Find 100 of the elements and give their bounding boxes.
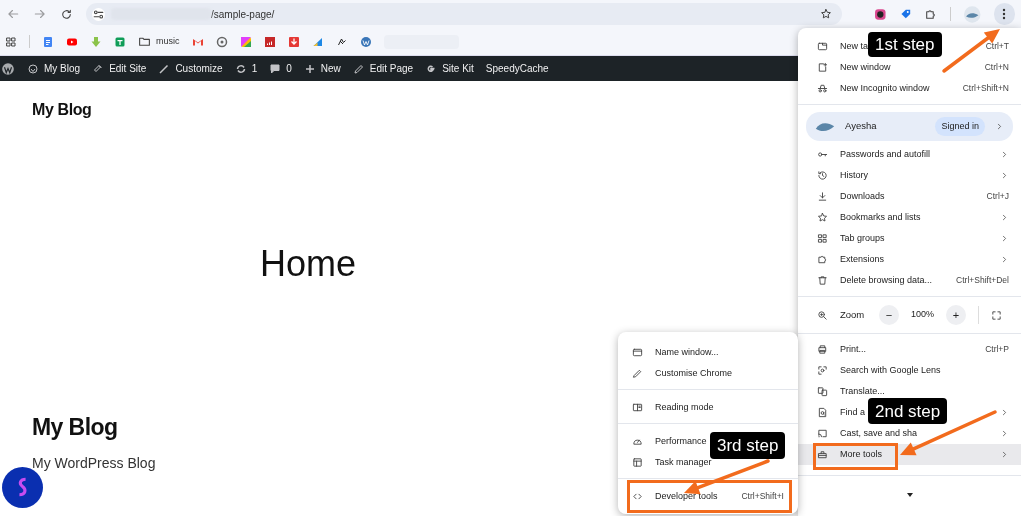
trash-icon	[817, 275, 828, 286]
menu-item[interactable]: Tab groups	[817, 231, 885, 246]
new-window-icon	[817, 62, 828, 73]
shortcut-text: Ctrl+P	[985, 343, 1009, 356]
incognito-icon	[817, 83, 828, 94]
fullscreen-icon[interactable]	[991, 309, 1002, 321]
star-icon	[817, 212, 828, 223]
menu-item[interactable]: Print...	[817, 342, 866, 357]
translate-icon	[817, 386, 828, 397]
color-square-icon[interactable]	[239, 35, 252, 48]
extension-icon[interactable]	[874, 7, 887, 21]
profile-avatar[interactable]	[964, 5, 981, 23]
site-info-icon[interactable]	[92, 7, 105, 21]
gauge-icon	[632, 436, 643, 447]
sheet-icon[interactable]	[114, 35, 126, 48]
tag-icon[interactable]	[899, 8, 912, 20]
menu-item[interactable]: Translate...	[817, 384, 885, 399]
comment-icon	[269, 62, 282, 75]
zoom-in-button[interactable]: +	[946, 305, 966, 325]
docs-icon[interactable]	[42, 35, 54, 48]
shortcut-text: Ctrl+Shift+I	[741, 490, 784, 503]
lens-icon	[817, 365, 828, 376]
dashboard-icon	[27, 62, 39, 75]
bookmark-star-icon[interactable]	[820, 8, 833, 20]
paint-roller-icon	[92, 62, 105, 75]
menu-item[interactable]: Downloads	[817, 189, 885, 204]
page-heading: Home	[260, 246, 357, 282]
menu-item[interactable]: Cast, save and sha	[817, 426, 918, 441]
menu-item[interactable]: Customise Chrome	[632, 366, 733, 381]
zoom-label: Zoom	[840, 307, 866, 322]
refresh-icon	[234, 62, 247, 75]
step-label: 2nd step	[868, 398, 948, 424]
menu-item[interactable]: New Incognito window	[817, 81, 930, 96]
bookmark-folder[interactable]: music	[138, 34, 180, 49]
menu-item[interactable]: Search with Google Lens	[817, 363, 941, 378]
menu-item[interactable]: Performance	[632, 434, 707, 449]
zoom-out-button[interactable]: −	[878, 305, 899, 325]
book-icon	[632, 402, 643, 413]
grid-icon	[817, 233, 828, 244]
history-icon	[817, 170, 828, 181]
admin-bar-link[interactable]: My Blog	[27, 61, 81, 76]
menu-item[interactable]: New window	[817, 60, 891, 75]
tab-icon	[817, 41, 828, 52]
download-icon	[817, 191, 828, 202]
menu-item[interactable]: Reading mode	[632, 400, 714, 415]
reload-icon[interactable]	[60, 7, 73, 21]
shortcut-text: Ctrl+Shift+N	[962, 82, 1009, 95]
admin-bar-link[interactable]: 1	[234, 61, 258, 76]
brush-icon	[158, 62, 171, 75]
footer-title[interactable]: My Blog	[32, 410, 118, 445]
address-bar[interactable]: /sample-page/	[86, 3, 843, 25]
menu-item[interactable]: Passwords and autofill	[817, 147, 931, 162]
pencil-icon	[352, 62, 365, 75]
key-icon	[817, 149, 828, 160]
admin-bar-link[interactable]: 0	[269, 61, 292, 76]
puzzle-icon	[817, 254, 828, 265]
admin-bar-link[interactable]: Edit Site	[92, 61, 147, 76]
menu-item[interactable]: Task manager	[632, 455, 712, 470]
folder-icon	[138, 35, 151, 48]
step-label: 3rd step	[710, 432, 786, 459]
apps-grid-icon[interactable]	[5, 35, 17, 48]
kebab-menu-icon	[1002, 8, 1007, 20]
shortcut-text: Ctrl+Shift+Del	[956, 274, 1009, 287]
admin-bar-link[interactable]: Edit Page	[352, 61, 414, 76]
admin-bar-link[interactable]: Site Kit	[425, 61, 474, 76]
avatar-icon	[815, 120, 835, 133]
table-icon	[632, 457, 643, 468]
admin-bar-link[interactable]: New	[303, 61, 341, 76]
admin-bar-link[interactable]: Customize	[158, 61, 223, 76]
window-icon	[632, 347, 643, 358]
chevron-right-icon	[995, 122, 1004, 131]
wordpress-icon[interactable]	[359, 35, 372, 48]
menu-item[interactable]: Delete browsing data...	[817, 273, 933, 288]
site-title[interactable]: My Blog	[32, 98, 92, 122]
printer-icon	[817, 344, 828, 355]
puzzle-icon[interactable]	[924, 7, 938, 21]
footer-tagline: My WordPress Blog	[32, 453, 156, 473]
bar-chart-icon[interactable]	[263, 35, 276, 48]
menu-item[interactable]: Bookmarks and lists	[817, 210, 921, 225]
find-icon	[817, 407, 828, 418]
pencil-icon	[632, 368, 643, 379]
step-label: 1st step	[868, 32, 942, 57]
menu-item[interactable]: Name window...	[632, 345, 719, 360]
wordpress-icon[interactable]	[1, 61, 15, 76]
menu-item[interactable]: Find a	[817, 405, 865, 420]
profile-row[interactable]: Ayesha Signed in	[806, 112, 1013, 141]
zoom-value: 100%	[910, 308, 934, 322]
analytics-icon[interactable]	[311, 35, 324, 48]
menu-item[interactable]: New ta	[817, 39, 868, 54]
shortcut-text: Ctrl+N	[984, 61, 1009, 74]
arrow-down-icon[interactable]	[287, 35, 300, 48]
toolbox-icon	[817, 449, 828, 460]
plus-icon	[303, 62, 316, 75]
menu-item[interactable]: Developer tools	[632, 489, 718, 504]
menu-item[interactable]: Extensions	[817, 252, 885, 267]
admin-bar-link[interactable]: SpeedyCache	[485, 61, 549, 76]
menu-item[interactable]: History	[817, 168, 868, 183]
cast-icon	[817, 428, 828, 439]
caret-down-icon[interactable]	[907, 493, 913, 497]
menu-button[interactable]	[993, 3, 1015, 25]
